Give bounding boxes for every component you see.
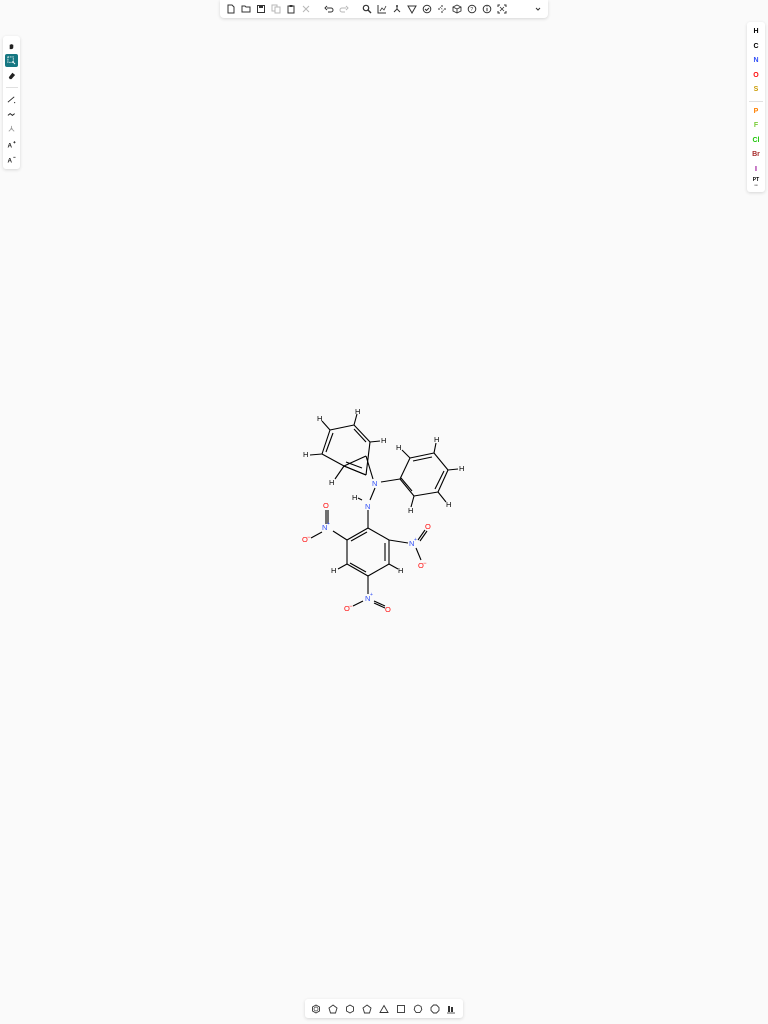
charge-plus-icon[interactable]: A (5, 138, 18, 151)
atom-button-cl[interactable]: Cl (748, 134, 764, 149)
cyclopentadiene-icon[interactable] (326, 1002, 340, 1016)
periodic-table-grid-icon: ▪▪▪ (754, 183, 758, 187)
zoom-icon[interactable] (360, 3, 373, 16)
info-icon[interactable] (480, 3, 493, 16)
atom-palette: H C N O S P F Cl Br I PT ▪▪▪ (747, 22, 765, 192)
clean-icon[interactable] (390, 3, 403, 16)
atom-button-h[interactable]: H (748, 25, 764, 40)
cyclooctane-icon[interactable] (428, 1002, 442, 1016)
charge-minus: − (307, 535, 311, 541)
ketcher-app: H H H H H H H H H H N H N H H N + O O − (0, 0, 768, 1024)
atom-button-i[interactable]: I (748, 163, 764, 178)
copy-icon[interactable] (269, 3, 282, 16)
periodic-table-button[interactable]: PT ▪▪▪ (748, 177, 764, 189)
bond-icon[interactable] (5, 93, 18, 106)
cut-icon[interactable] (299, 3, 312, 16)
atom-button-p[interactable]: P (748, 105, 764, 120)
palette-divider (749, 100, 763, 102)
cycloheptane-icon[interactable] (411, 1002, 425, 1016)
phenyl-ring-right[interactable] (399, 452, 449, 497)
bottom-toolbar (305, 999, 463, 1018)
cyclopropane-icon[interactable] (377, 1002, 391, 1016)
atom-button-n[interactable]: N (748, 54, 764, 69)
drawing-canvas[interactable]: H H H H H H H H H H N H N H H N + O O − (0, 0, 768, 1024)
top-toolbar: ? (220, 0, 548, 18)
atom-n[interactable]: N (372, 479, 377, 488)
calculate-icon[interactable] (435, 3, 448, 16)
charge-plus: + (370, 592, 373, 598)
chain-icon[interactable] (5, 108, 18, 121)
charge-plus: + (414, 537, 417, 543)
charge-minus: − (349, 604, 353, 610)
atom-o[interactable]: O (323, 501, 329, 510)
atom-h[interactable]: H (446, 500, 451, 509)
svg-text:?: ? (470, 7, 473, 13)
atom-h[interactable]: H (331, 566, 336, 575)
svg-text:A: A (7, 158, 12, 164)
cyclobutane-icon[interactable] (394, 1002, 408, 1016)
atom-h[interactable]: H (317, 414, 322, 423)
atom-h[interactable]: H (396, 443, 401, 452)
stereo-icon[interactable] (5, 123, 18, 136)
atom-h[interactable]: H (459, 464, 464, 473)
atom-h[interactable]: H (352, 493, 357, 502)
atom-h[interactable]: H (381, 436, 386, 445)
phenyl-ring-left[interactable] (321, 424, 371, 476)
cyclopentane-icon[interactable] (360, 1002, 374, 1016)
hand-icon[interactable] (5, 39, 18, 52)
charge-plus: + (327, 521, 330, 527)
atom-button-c[interactable]: C (748, 40, 764, 55)
check-icon[interactable] (420, 3, 433, 16)
svg-text:A: A (7, 143, 12, 149)
atom-h[interactable]: H (398, 566, 403, 575)
open-file-icon[interactable] (239, 3, 252, 16)
chevron-down-icon[interactable] (531, 3, 544, 16)
atom-button-s[interactable]: S (748, 83, 764, 98)
cyclohexane-icon[interactable] (343, 1002, 357, 1016)
eraser-icon[interactable] (5, 69, 18, 82)
atom-h[interactable]: H (303, 450, 308, 459)
fullscreen-icon[interactable] (495, 3, 508, 16)
redo-icon[interactable] (337, 3, 350, 16)
benzene-icon[interactable] (309, 1002, 323, 1016)
atom-h[interactable]: H (329, 478, 334, 487)
picryl-ring[interactable] (346, 527, 390, 577)
new-file-icon[interactable] (224, 3, 237, 16)
undo-icon[interactable] (322, 3, 335, 16)
left-toolbar: A A (3, 36, 20, 169)
atom-o[interactable]: O (425, 522, 431, 531)
atom-button-br[interactable]: Br (748, 148, 764, 163)
charge-minus-icon[interactable]: A (5, 153, 18, 166)
help-icon[interactable]: ? (465, 3, 478, 16)
charge-minus: − (423, 561, 427, 567)
atom-button-o[interactable]: O (748, 69, 764, 84)
aromatize-icon[interactable] (405, 3, 418, 16)
layout-icon[interactable] (375, 3, 388, 16)
paste-icon[interactable] (284, 3, 297, 16)
3d-view-icon[interactable] (450, 3, 463, 16)
select-icon[interactable] (5, 54, 18, 67)
atom-button-f[interactable]: F (748, 119, 764, 134)
atom-n[interactable]: N (365, 502, 370, 511)
atom-h[interactable]: H (408, 506, 413, 515)
phenyl-ring-left-outline (343, 455, 367, 467)
atom-h[interactable]: H (355, 407, 360, 416)
atom-h[interactable]: H (434, 435, 439, 444)
atom-o[interactable]: O (385, 605, 391, 614)
template-library-icon[interactable] (444, 1002, 458, 1016)
save-icon[interactable] (254, 3, 267, 16)
